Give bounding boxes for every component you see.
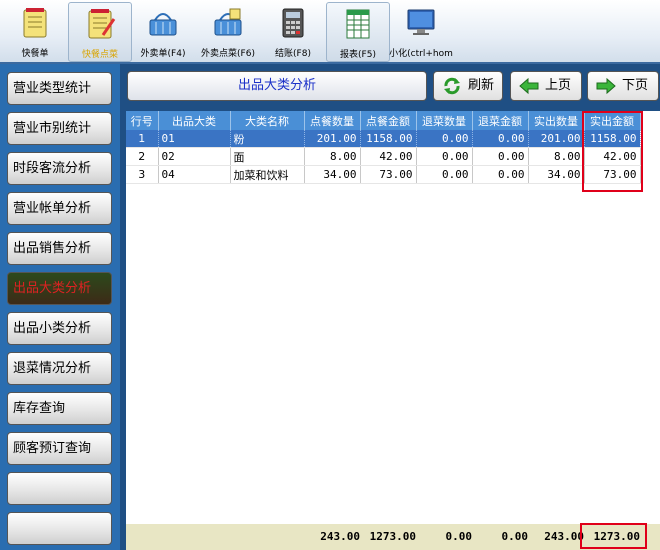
nav-product-category-analysis[interactable]: 出品大类分析	[7, 272, 112, 305]
col-header[interactable]: 行号	[126, 111, 159, 130]
top-toolbar: 快餐单 快餐点菜 外卖单(F4) 外卖点菜(F6) 结账(F8) 报表(F5) …	[0, 0, 660, 64]
nav-empty-button[interactable]	[7, 472, 112, 505]
takeout-dishes-button[interactable]: 外卖点菜(F6)	[197, 2, 259, 60]
cell: 201.00	[304, 130, 361, 148]
total-order-amount: 1273.00	[369, 530, 416, 543]
cell: 2	[126, 147, 159, 166]
refresh-button[interactable]: 刷新	[433, 71, 503, 101]
next-page-label: 下页	[622, 78, 649, 93]
total-return-amount: 0.00	[501, 530, 529, 543]
cell: 0.00	[472, 130, 529, 148]
basket-icon	[214, 8, 242, 36]
cell: 1158.00	[360, 130, 417, 148]
cell: 1	[126, 130, 159, 148]
monitor-icon	[407, 9, 435, 35]
cell: 0.00	[416, 130, 473, 148]
notepad-icon	[23, 8, 47, 38]
cell: 73.00	[360, 165, 417, 184]
cell: 1158.00	[584, 130, 641, 148]
nav-product-subcategory-analysis[interactable]: 出品小类分析	[7, 312, 112, 345]
cell: 0.00	[416, 147, 473, 166]
col-header[interactable]: 点餐数量	[304, 111, 361, 130]
cell: 0.00	[472, 165, 529, 184]
cell: 73.00	[584, 165, 641, 184]
cell: 3	[126, 165, 159, 184]
totals-bar: 243.00 1273.00 0.00 0.00 243.00 1273.00	[126, 524, 660, 550]
table-header-row: 行号 出品大类 大类名称 点餐数量 点餐金额 退菜数量 退菜金额 实出数量 实出…	[126, 111, 641, 130]
table-row[interactable]: 2 02 面 8.00 42.00 0.00 0.00 8.00 42.00	[126, 147, 641, 166]
table-row[interactable]: 1 01 粉 201.00 1158.00 0.00 0.00 201.00 1…	[126, 130, 641, 148]
cell: 0.00	[472, 147, 529, 166]
prev-page-button[interactable]: 上页	[510, 71, 582, 101]
col-header[interactable]: 大类名称	[230, 111, 305, 130]
basket-icon	[149, 13, 177, 36]
total-actual-amount: 1273.00	[593, 530, 640, 543]
cell: 201.00	[528, 130, 585, 148]
cell: 34.00	[304, 165, 361, 184]
table-row[interactable]: 3 04 加菜和饮料 34.00 73.00 0.00 0.00 34.00 7…	[126, 165, 641, 184]
nav-return-analysis[interactable]: 退菜情况分析	[7, 352, 112, 385]
toolbar-label: 结账(F8)	[275, 49, 311, 59]
cell: 02	[158, 147, 231, 166]
col-header[interactable]: 实出数量	[528, 111, 585, 130]
cell: 34.00	[528, 165, 585, 184]
cell: 0.00	[416, 165, 473, 184]
calculator-icon	[282, 8, 304, 38]
col-header[interactable]: 退菜数量	[416, 111, 473, 130]
cell: 42.00	[360, 147, 417, 166]
col-header[interactable]: 出品大类	[158, 111, 231, 130]
takeout-order-button[interactable]: 外卖单(F4)	[132, 2, 194, 60]
toolbar-label: 小化(ctrl+hom	[389, 49, 453, 59]
nav-inventory-query[interactable]: 库存查询	[7, 392, 112, 425]
nav-time-traffic-analysis[interactable]: 时段客流分析	[7, 152, 112, 185]
page-title: 出品大类分析	[127, 71, 427, 101]
total-actual-qty: 243.00	[544, 530, 584, 543]
arrow-left-icon	[519, 77, 539, 95]
nav-bill-analysis[interactable]: 营业帐单分析	[7, 192, 112, 225]
arrow-right-icon	[596, 77, 616, 95]
minimize-button[interactable]: 小化(ctrl+hom	[389, 2, 453, 60]
cell: 01	[158, 130, 231, 148]
toolbar-label: 外卖点菜(F6)	[201, 49, 255, 59]
category-table: 行号 出品大类 大类名称 点餐数量 点餐金额 退菜数量 退菜金额 实出数量 实出…	[126, 111, 641, 184]
col-header[interactable]: 实出金额	[584, 111, 641, 130]
refresh-icon	[444, 77, 460, 95]
left-nav: 营业类型统计 营业市别统计 时段客流分析 营业帐单分析 出品销售分析 出品大类分…	[0, 64, 120, 550]
cell: 加菜和饮料	[230, 165, 305, 184]
nav-business-type-stats[interactable]: 营业类型统计	[7, 72, 112, 105]
col-header[interactable]: 点餐金额	[360, 111, 417, 130]
notepad-pen-icon	[88, 9, 116, 39]
cell: 粉	[230, 130, 305, 148]
checkout-button[interactable]: 结账(F8)	[262, 2, 324, 60]
col-header[interactable]: 退菜金额	[472, 111, 529, 130]
nav-business-shift-stats[interactable]: 营业市别统计	[7, 112, 112, 145]
cell: 42.00	[584, 147, 641, 166]
cell: 面	[230, 147, 305, 166]
nav-product-sales-analysis[interactable]: 出品销售分析	[7, 232, 112, 265]
toolbar-label: 快餐单	[21, 49, 49, 59]
nav-empty-button[interactable]	[7, 512, 112, 545]
total-return-qty: 0.00	[445, 530, 473, 543]
report-button[interactable]: 报表(F5)	[326, 2, 390, 62]
fast-order-button[interactable]: 快餐单	[4, 2, 66, 60]
data-grid: 行号 出品大类 大类名称 点餐数量 点餐金额 退菜数量 退菜金额 实出数量 实出…	[126, 111, 660, 550]
nav-reservation-query[interactable]: 顾客预订查询	[7, 432, 112, 465]
fast-order-dishes-button[interactable]: 快餐点菜	[68, 2, 132, 62]
total-order-qty: 243.00	[320, 530, 360, 543]
cell: 8.00	[528, 147, 585, 166]
prev-page-label: 上页	[545, 78, 572, 93]
cell: 04	[158, 165, 231, 184]
cell: 8.00	[304, 147, 361, 166]
next-page-button[interactable]: 下页	[587, 71, 659, 101]
spreadsheet-icon	[346, 9, 370, 39]
toolbar-label: 外卖单(F4)	[140, 49, 186, 59]
refresh-label: 刷新	[468, 78, 495, 93]
